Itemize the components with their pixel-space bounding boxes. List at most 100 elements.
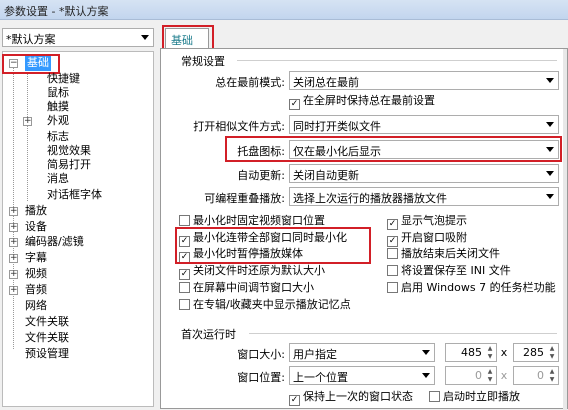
expand-icon[interactable]: + [9,270,18,279]
auto-update-select[interactable]: 关闭自动更新 [289,164,559,183]
open-similar-label: 打开相似文件方式: [193,120,285,133]
start-play-checkbox[interactable]: 启动时立即播放 [429,390,520,404]
checkbox-unchecked-icon [429,391,440,402]
group-divider [237,60,557,61]
checkbox-item[interactable]: 在专辑/收藏夹中显示播放记忆点 [179,298,351,312]
always-on-top-label: 总在最前模式: [215,76,285,89]
checkbox-unchecked-icon [179,215,190,226]
reopen-player-label: 可编程重叠播放: [204,192,285,205]
checkbox-checked-icon: ✓ [289,395,300,406]
tree-item-video[interactable]: 视频 [25,267,47,282]
expand-icon[interactable]: + [9,207,18,216]
window-y-stepper[interactable]: 0 ▲ ▼ [513,366,559,385]
reopen-player-select[interactable]: 选择上次运行的播放器播放文件 [289,187,559,206]
expand-icon[interactable]: + [23,117,32,126]
keep-state-checkbox[interactable]: ✓ 保持上一次的窗口状态 [289,390,413,406]
chevron-down-icon [546,78,554,83]
keep-state-label: 保持上一次的窗口状态 [303,390,413,403]
always-on-top-value: 关闭总在最前 [293,76,359,89]
spin-down-icon[interactable]: ▼ [547,376,557,383]
expand-icon[interactable]: + [9,238,18,247]
spin-down-icon[interactable]: ▼ [485,376,495,383]
expand-icon[interactable]: + [9,286,18,295]
checkbox-item[interactable]: 将设置保存至 INI 文件 [387,264,511,278]
fullscreen-keep-checkbox[interactable]: ✓ 在全屏时保持总在最前设置 [289,94,435,110]
spin-up-icon[interactable]: ▲ [547,368,557,375]
checkbox-unchecked-icon [387,265,398,276]
general-group-title: 常规设置 [181,55,225,68]
checkbox-checked-icon: ✓ [387,219,398,230]
spin-up-icon[interactable]: ▲ [547,345,557,352]
checkbox-unchecked-icon [179,282,190,293]
tree-item-playback[interactable]: 播放 [25,204,47,219]
tree-item-appearance[interactable]: 外观 [47,114,69,129]
spin-up-icon[interactable]: ▲ [485,368,495,375]
chevron-down-icon [141,35,149,40]
open-similar-select[interactable]: 同时打开类似文件 [289,115,559,134]
checkbox-unchecked-icon [387,282,398,293]
tree-item-network[interactable]: 网络 [25,299,47,314]
open-similar-value: 同时打开类似文件 [293,120,381,133]
spin-down-icon[interactable]: ▼ [547,353,557,360]
window-y-value: 0 [537,369,544,382]
window-x-value: 0 [475,369,482,382]
scrollbar[interactable] [563,49,567,410]
highlight-box [225,136,562,162]
tree-item-hotkeys[interactable]: 快捷键 [47,72,80,87]
spin-down-icon[interactable]: ▼ [485,353,495,360]
tree-item-subtitles[interactable]: 字幕 [25,251,47,266]
tree-item-touch[interactable]: 触摸 [47,100,69,115]
sidebar: *默认方案 − 基础 快捷键 鼠标 触摸 + 外观 标志 视觉效果 简易打开 消… [0,20,156,409]
highlight-box [175,227,371,264]
spin-up-icon[interactable]: ▲ [485,345,495,352]
tree-item-logo[interactable]: 标志 [47,130,69,145]
tree-item-devices[interactable]: 设备 [25,220,47,235]
main-panel: 基础 常规设置 总在最前模式: 关闭总在最前 ✓ 在全屏时保持总在最前设置 打开相… [158,20,568,410]
window-size-value: 用户指定 [293,348,337,361]
always-on-top-select[interactable]: 关闭总在最前 [289,71,559,90]
window-size-label: 窗口大小: [237,348,285,361]
tree-item-quick-open[interactable]: 简易打开 [47,158,91,173]
tree-item-mouse[interactable]: 鼠标 [47,86,69,101]
tree-item-dialog-font[interactable]: 对话框字体 [47,188,102,203]
chevron-down-icon [546,122,554,127]
checkbox-item[interactable]: 播放结束后关闭文件 [387,247,500,261]
checkbox-item[interactable]: ✓ 关闭文件时还原为默认大小 [179,264,325,280]
expand-icon[interactable]: + [9,223,18,232]
expand-icon[interactable]: + [9,254,18,263]
tree-item-audio[interactable]: 音频 [25,283,47,298]
tree-guide-line [27,74,28,201]
first-run-group-title: 首次运行时 [181,328,236,341]
tree-item-presets[interactable]: 预设管理 [25,347,69,362]
scheme-select[interactable]: *默认方案 [2,28,154,47]
window-title-bar: 参数设置 - *默认方案 [0,0,568,20]
window-pos-select[interactable]: 上一个位置 [289,366,435,385]
window-pos-value: 上一个位置 [293,371,348,384]
checkbox-item[interactable]: 在屏幕中间调节窗口大小 [179,281,314,295]
checkbox-item[interactable]: ✓ 开启窗口吸附 [387,231,467,247]
start-play-label: 启动时立即播放 [443,390,520,403]
tree-item-codecs[interactable]: 编码器/滤镜 [25,235,84,250]
window-width-stepper[interactable]: 485 ▲ ▼ [445,343,497,362]
checkbox-item[interactable]: ✓ 显示气泡提示 [387,214,467,230]
tree-item-messages[interactable]: 消息 [47,172,69,187]
tree-item-visual-effects[interactable]: 视觉效果 [47,144,91,159]
fullscreen-keep-label: 在全屏时保持总在最前设置 [303,94,435,107]
checkbox-label: 将设置保存至 INI 文件 [401,264,511,277]
tree-item-file-assoc-2[interactable]: 文件关联 [25,331,69,346]
window-size-select[interactable]: 用户指定 [289,343,435,362]
checkbox-item[interactable]: 启用 Windows 7 的任务栏功能 [387,281,556,295]
checkbox-label: 开启窗口吸附 [401,231,467,244]
checkbox-label: 播放结束后关闭文件 [401,247,500,260]
chevron-down-icon [546,171,554,176]
checkbox-checked-icon: ✓ [179,269,190,280]
auto-update-value: 关闭自动更新 [293,169,359,182]
checkbox-item[interactable]: 最小化时固定视频窗口位置 [179,214,325,228]
tree-item-file-assoc[interactable]: 文件关联 [25,315,69,330]
pos-separator: x [500,369,508,382]
checkbox-label: 最小化时固定视频窗口位置 [193,214,325,227]
window-x-stepper[interactable]: 0 ▲ ▼ [445,366,497,385]
chevron-down-icon [422,373,430,378]
window-height-stepper[interactable]: 285 ▲ ▼ [513,343,559,362]
checkbox-label: 显示气泡提示 [401,214,467,227]
